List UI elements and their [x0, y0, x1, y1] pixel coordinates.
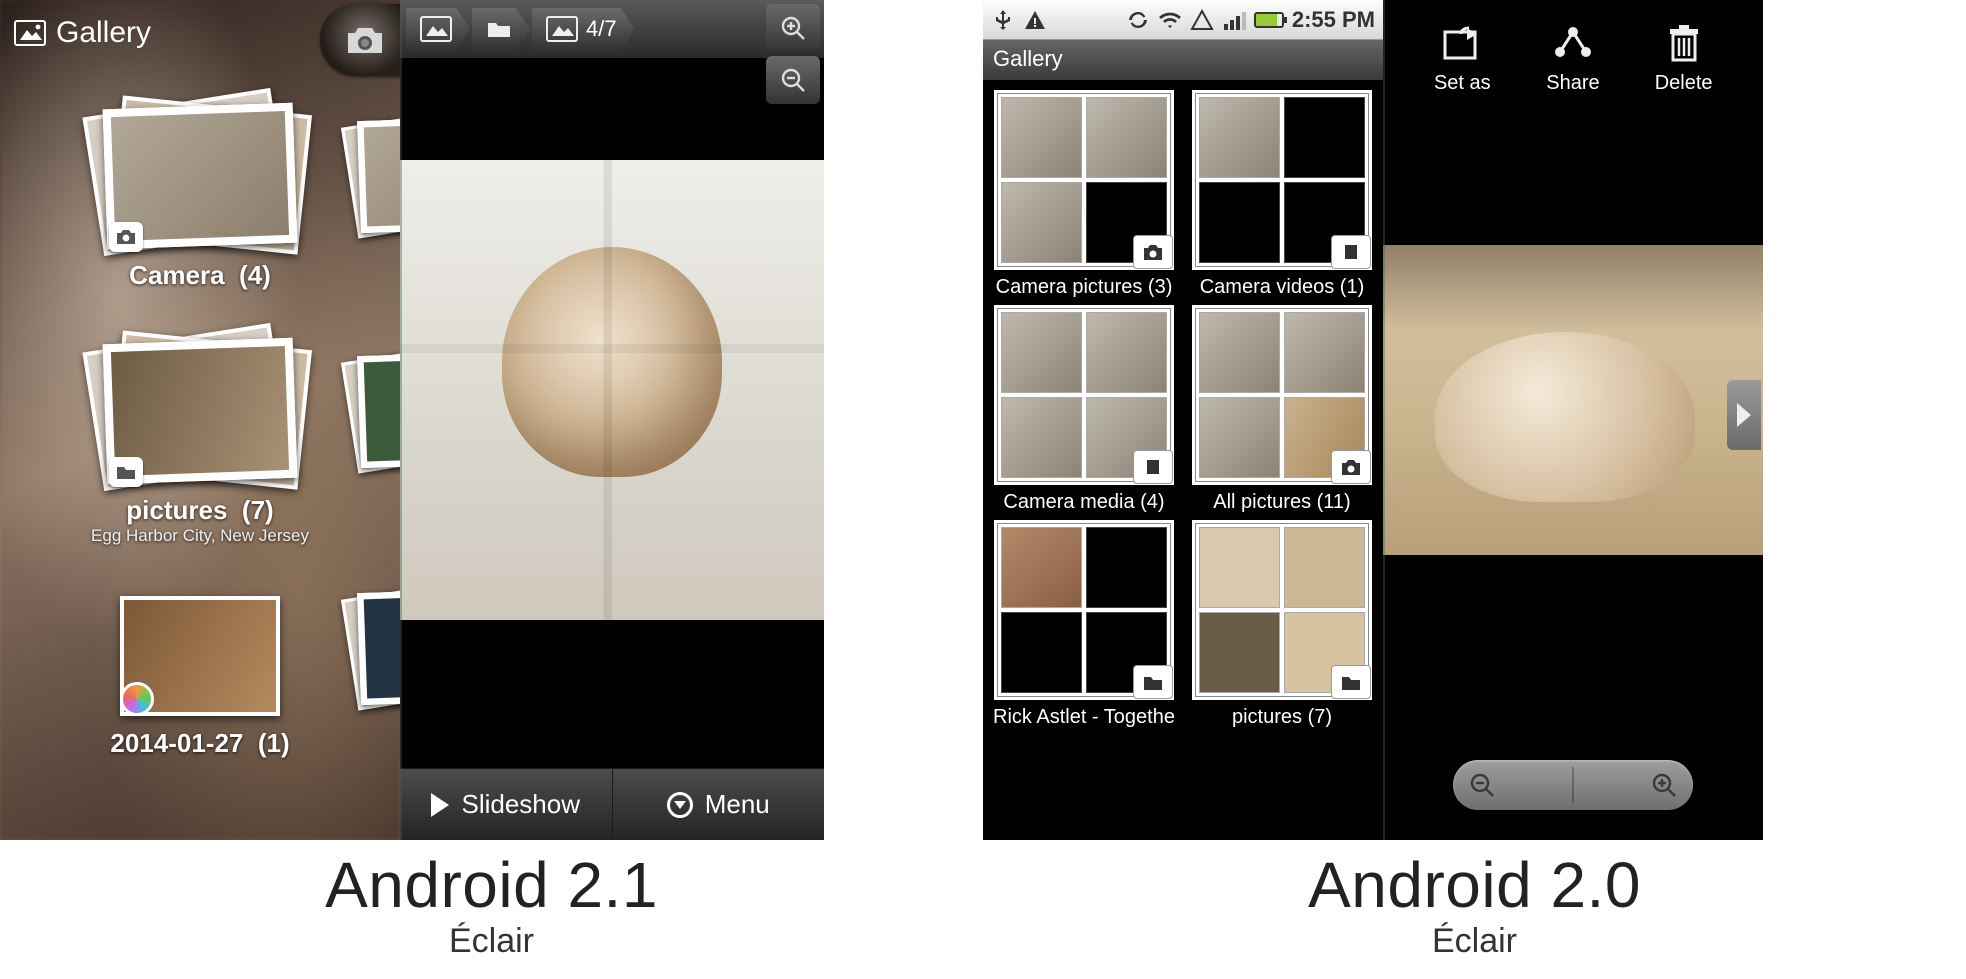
gallery-title-text: Gallery — [56, 16, 151, 50]
camera-icon — [109, 222, 143, 252]
roaming-icon — [1190, 8, 1214, 32]
picture-icon — [546, 16, 578, 42]
album-count: (7) — [242, 495, 274, 525]
status-bar: 2:55 PM — [983, 0, 1383, 40]
android-2-0-panel: 2:55 PM Gallery Camera pictures (3) — [983, 0, 1966, 979]
slideshow-button[interactable]: Slideshow — [400, 769, 612, 840]
set-as-label: Set as — [1417, 72, 1507, 95]
sync-icon — [1126, 8, 1150, 32]
caption-title: Android 2.0 — [983, 848, 1966, 922]
a21-gallery-screen: Gallery — [0, 0, 400, 840]
album-grid: Camera pictures (3) Camera videos (1) Ca… — [983, 80, 1383, 840]
folder-icon — [1133, 665, 1173, 699]
crumb-counter[interactable]: 4/7 — [532, 8, 635, 50]
album-label: Camera pictures (3) — [991, 276, 1177, 299]
zoom-out-icon — [1469, 772, 1495, 798]
battery-icon — [1254, 12, 1284, 28]
zoom-slider[interactable] — [1453, 760, 1693, 810]
caption-right: Android 2.0 Éclair — [983, 840, 1966, 979]
album-name: 2014-01-27 — [110, 728, 243, 758]
a21-photo-viewer: 4/7 Slideshow — [400, 0, 824, 840]
gallery-header: Gallery — [983, 40, 1383, 80]
menu-label: Menu — [705, 789, 770, 820]
usb-icon — [991, 8, 1015, 32]
album-label: Camera videos (1) — [1189, 276, 1375, 299]
delete-button[interactable]: Delete — [1639, 18, 1729, 95]
gallery-title-text: Gallery — [993, 46, 1063, 71]
album-all-pictures[interactable]: All pictures (11) — [1189, 305, 1375, 514]
slideshow-label: Slideshow — [461, 789, 580, 820]
album-name: Camera — [129, 260, 224, 290]
trash-icon — [1656, 18, 1712, 66]
menu-button[interactable]: Menu — [612, 769, 825, 840]
album-name: pictures — [126, 495, 227, 525]
album-label: All pictures (11) — [1189, 491, 1375, 514]
camera-button[interactable] — [320, 4, 400, 76]
film-icon — [1133, 450, 1173, 484]
play-icon — [431, 793, 449, 817]
photo-content[interactable] — [1383, 245, 1763, 555]
album-rick[interactable]: Rick Astlet - Togethe — [991, 520, 1177, 729]
album-count: (4) — [239, 260, 271, 290]
caption-left: Android 2.1 Éclair — [0, 840, 983, 979]
delete-label: Delete — [1639, 72, 1729, 95]
zoom-in-button[interactable] — [766, 4, 820, 52]
photo-content[interactable] — [400, 160, 824, 620]
wifi-icon — [1158, 8, 1182, 32]
camera-icon — [1331, 450, 1371, 484]
action-bar: Set as Share Delete — [1383, 0, 1763, 110]
gallery-title: Gallery — [14, 16, 151, 50]
a20-gallery-screen: 2:55 PM Gallery Camera pictures (3) — [983, 0, 1383, 840]
caption-sub: Éclair — [983, 922, 1966, 961]
a20-photo-viewer: Set as Share Delete — [1383, 0, 1763, 840]
zoom-controls — [766, 4, 820, 104]
caption-sub: Éclair — [0, 922, 983, 961]
set-as-button[interactable]: Set as — [1417, 18, 1507, 95]
counter-text: 4/7 — [586, 16, 617, 42]
a21-topbar: Gallery — [0, 0, 400, 66]
album-pictures[interactable]: pictures (7) Egg Harbor City, New Jersey — [75, 341, 325, 546]
caption-title: Android 2.1 — [0, 848, 983, 922]
share-icon — [1545, 18, 1601, 66]
film-icon — [1331, 235, 1371, 269]
folder-icon — [109, 457, 143, 487]
album-dated[interactable]: 2014-01-27 (1) — [75, 596, 325, 759]
breadcrumb-bar: 4/7 — [400, 0, 824, 58]
album-label: Camera media (4) — [991, 491, 1177, 514]
viewer-bottom-bar: Slideshow Menu — [400, 768, 824, 840]
share-label: Share — [1528, 72, 1618, 95]
album-pictures-folder[interactable]: pictures (7) — [1189, 520, 1375, 729]
folder-icon — [1331, 665, 1371, 699]
picasa-icon — [120, 682, 154, 716]
status-time: 2:55 PM — [1292, 7, 1375, 33]
album-camera[interactable]: Camera (4) — [75, 106, 325, 291]
album-camera-videos[interactable]: Camera videos (1) — [1189, 90, 1375, 299]
album-count: (1) — [258, 728, 290, 758]
zoom-in-icon — [1651, 772, 1677, 798]
album-stacks: Camera (4) pictures — [0, 66, 400, 759]
next-photo-button[interactable] — [1727, 380, 1761, 450]
crumb-folder[interactable] — [472, 8, 530, 50]
android-2-1-panel: Gallery — [0, 0, 983, 979]
album-label: Rick Astlet - Togethe — [991, 706, 1177, 729]
share-button[interactable]: Share — [1528, 18, 1618, 95]
album-camera-media[interactable]: Camera media (4) — [991, 305, 1177, 514]
album-label: pictures (7) — [1189, 706, 1375, 729]
camera-icon — [1133, 235, 1173, 269]
zoom-out-button[interactable] — [766, 56, 820, 104]
album-sub: Egg Harbor City, New Jersey — [75, 526, 325, 546]
album-camera-pictures[interactable]: Camera pictures (3) — [991, 90, 1177, 299]
set-as-icon — [1434, 18, 1490, 66]
warning-icon — [1023, 8, 1047, 32]
menu-icon — [667, 792, 693, 818]
picture-icon — [420, 16, 452, 42]
crumb-gallery[interactable] — [406, 8, 470, 50]
picture-icon — [14, 20, 46, 46]
signal-icon — [1222, 8, 1246, 32]
slider-divider — [1572, 767, 1574, 803]
